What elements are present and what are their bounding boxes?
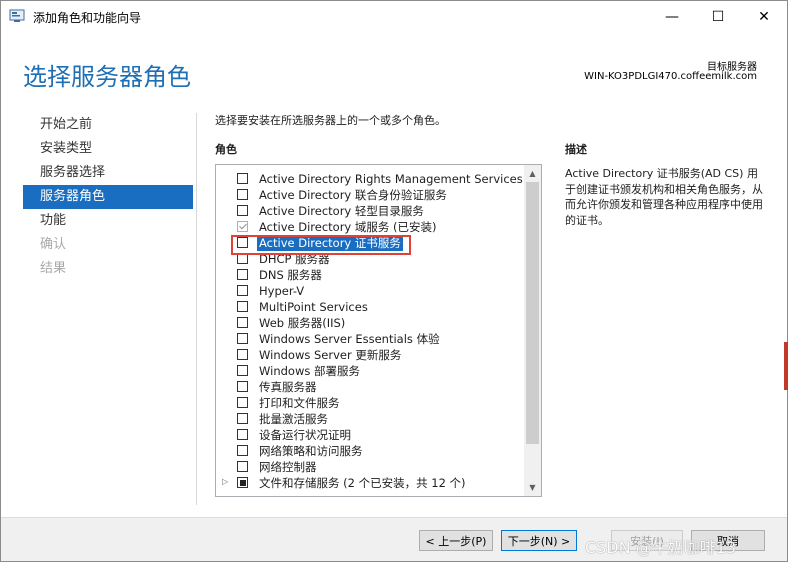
nav-item-results: 结果 (40, 261, 67, 276)
expand-arrow-icon[interactable]: ▷ (222, 477, 228, 486)
role-checkbox[interactable] (237, 173, 248, 184)
role-label: 批量激活服务 (259, 412, 328, 426)
role-label: Hyper-V (259, 284, 305, 298)
role-label: Active Directory Rights Management Servi… (259, 172, 523, 186)
role-item[interactable]: 网络策略和访问服务 (216, 443, 524, 459)
role-item[interactable]: Web 服务器(IIS) (216, 315, 524, 331)
title-bar[interactable]: 添加角色和功能向导 — ☐ ✕ (1, 1, 787, 33)
nav-item-server-selection[interactable]: 服务器选择 (23, 161, 193, 185)
role-item[interactable]: Windows Server 更新服务 (216, 347, 524, 363)
role-label: Active Directory 联合身份验证服务 (259, 188, 447, 202)
role-checkbox[interactable] (237, 285, 248, 296)
target-server-name: WIN-KO3PDLGI470.coffeemilk.com (584, 71, 757, 82)
role-item[interactable]: Active Directory 域服务 (已安装) (216, 219, 524, 235)
nav-item-features[interactable]: 功能 (23, 209, 193, 233)
role-checkbox[interactable] (237, 189, 248, 200)
role-label: 传真服务器 (259, 380, 317, 394)
nav-item-before-you-begin[interactable]: 开始之前 (23, 113, 193, 137)
role-item[interactable]: Hyper-V (216, 283, 524, 299)
role-item[interactable]: Active Directory 轻型目录服务 (216, 203, 524, 219)
instruction-text: 选择要安装在所选服务器上的一个或多个角色。 (215, 114, 446, 127)
scroll-up-icon[interactable]: ▲ (524, 165, 541, 182)
nav-divider (196, 113, 197, 505)
role-checkbox[interactable] (237, 461, 248, 472)
role-label: 网络策略和访问服务 (259, 444, 363, 458)
previous-button[interactable]: < 上一步(P) (419, 530, 493, 551)
role-label: Active Directory 轻型目录服务 (259, 204, 424, 218)
nav-item-confirmation: 确认 (40, 237, 67, 252)
role-item[interactable]: ▷ 文件和存储服务 (2 个已安装，共 12 个) (216, 475, 524, 491)
role-checkbox[interactable] (237, 333, 248, 344)
role-label: 设备运行状况证明 (259, 428, 351, 442)
roles-heading: 角色 (215, 143, 237, 156)
role-checkbox[interactable] (237, 413, 248, 424)
role-checkbox[interactable] (237, 349, 248, 360)
role-checkbox[interactable] (237, 429, 248, 440)
nav-item-server-roles[interactable]: 服务器角色 (23, 185, 193, 209)
role-item[interactable]: Windows Server Essentials 体验 (216, 331, 524, 347)
server-manager-icon (9, 9, 25, 22)
maximize-button[interactable]: ☐ (695, 1, 741, 33)
role-checkbox[interactable] (237, 205, 248, 216)
role-item[interactable]: DNS 服务器 (216, 267, 524, 283)
roles-list[interactable]: Active Directory Rights Management Servi… (215, 164, 542, 497)
roles-scrollbar[interactable]: ▲ ▼ (524, 165, 541, 496)
page-title: 选择服务器角色 (23, 63, 191, 91)
role-label: DNS 服务器 (259, 268, 322, 282)
annotation-highlight-box (231, 235, 411, 255)
background-window-edge (784, 342, 788, 390)
close-button[interactable]: ✕ (741, 1, 787, 33)
role-checkbox[interactable] (237, 477, 248, 488)
scroll-down-icon[interactable]: ▼ (524, 479, 541, 496)
role-label: MultiPoint Services (259, 300, 368, 314)
role-label: Windows Server 更新服务 (259, 348, 402, 362)
role-checkbox[interactable] (237, 301, 248, 312)
role-item[interactable]: Active Directory Rights Management Servi… (216, 171, 524, 187)
csdn-watermark: CSDN @牛奶咖啡13 (585, 538, 737, 557)
role-label: Windows 部署服务 (259, 364, 360, 378)
role-label: Web 服务器(IIS) (259, 316, 346, 330)
role-item[interactable]: 设备运行状况证明 (216, 427, 524, 443)
next-button[interactable]: 下一步(N) > (501, 530, 577, 551)
nav-item-installation-type[interactable]: 安装类型 (23, 137, 193, 161)
description-heading: 描述 (565, 143, 587, 156)
role-label: Active Directory 域服务 (已安装) (259, 220, 437, 234)
minimize-button[interactable]: — (649, 1, 695, 33)
role-checkbox[interactable] (237, 317, 248, 328)
role-label: 文件和存储服务 (2 个已安装，共 12 个) (259, 476, 466, 490)
role-label: Windows Server Essentials 体验 (259, 332, 440, 346)
role-checkbox[interactable] (237, 445, 248, 456)
role-checkbox[interactable] (237, 365, 248, 376)
description-text: Active Directory 证书服务(AD CS) 用于创建证书颁发机构和… (565, 167, 763, 227)
role-item[interactable]: 传真服务器 (216, 379, 524, 395)
role-checkbox[interactable] (237, 381, 248, 392)
role-item[interactable]: 网络控制器 (216, 459, 524, 475)
role-checkbox (237, 221, 248, 232)
role-label: 打印和文件服务 (259, 396, 340, 410)
role-item[interactable]: 批量激活服务 (216, 411, 524, 427)
role-checkbox[interactable] (237, 269, 248, 280)
role-label: 网络控制器 (259, 460, 317, 474)
wizard-nav: 开始之前 安装类型 服务器选择 服务器角色 功能 确认 结果 (23, 113, 193, 281)
scroll-thumb[interactable] (526, 182, 539, 444)
window-title: 添加角色和功能向导 (33, 11, 142, 25)
wizard-window: 添加角色和功能向导 — ☐ ✕ 选择服务器角色 目标服务器 WIN-KO3PDL… (0, 0, 788, 562)
role-item[interactable]: MultiPoint Services (216, 299, 524, 315)
role-item[interactable]: Active Directory 联合身份验证服务 (216, 187, 524, 203)
role-item[interactable]: Windows 部署服务 (216, 363, 524, 379)
role-checkbox[interactable] (237, 397, 248, 408)
role-item[interactable]: 打印和文件服务 (216, 395, 524, 411)
